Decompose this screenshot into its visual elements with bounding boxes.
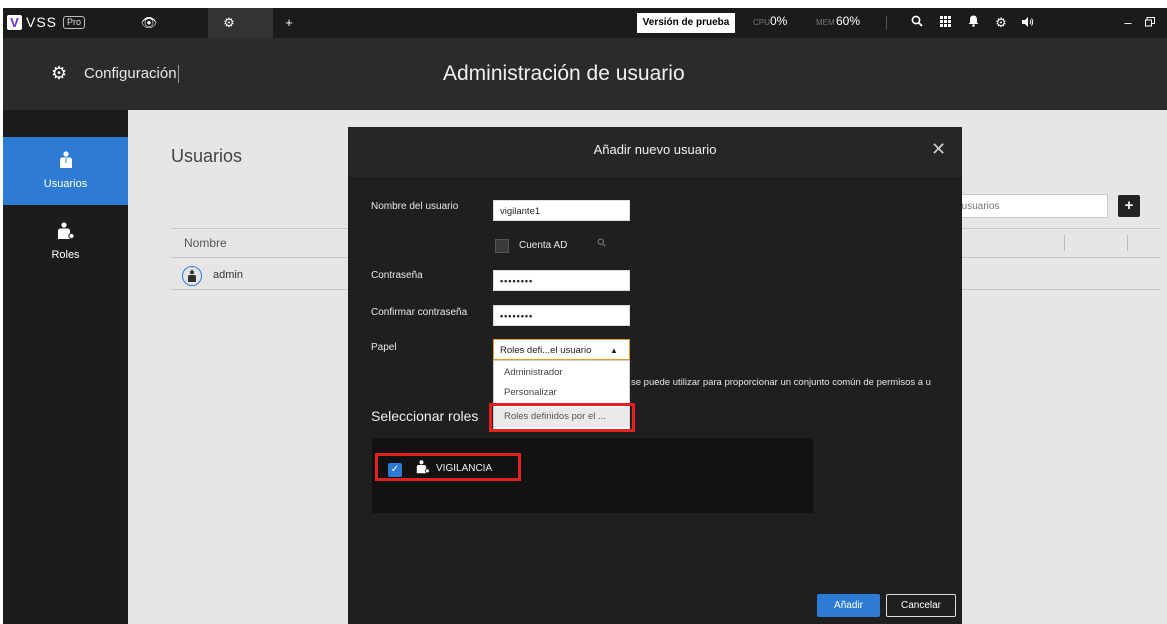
window-icon[interactable] [1140,13,1160,33]
gear-icon[interactable]: ⚙ [219,13,239,33]
mem-label: MEM [816,18,835,27]
sidebar-item-label: Roles [51,249,80,261]
page-title: Administración de usuario [443,62,685,85]
top-bar: V VSS Pro 👁 ⚙ + Versión de prueba CPU 0%… [3,8,1167,38]
bell-icon[interactable] [963,13,983,33]
user-icon [3,137,128,174]
minimize-icon[interactable]: – [1118,13,1138,33]
password-field[interactable]: •••••••• [493,270,630,291]
username-label: Nombre del usuario [371,201,459,212]
role-select[interactable]: Roles defi...el usuario ▲ [493,339,630,360]
cpu-value: 0% [770,14,788,28]
column-divider [1064,235,1065,251]
topbar-divider [886,16,887,30]
highlight-box-dropdown-option [489,403,635,432]
role-select-value: Roles defi...el usuario [500,345,592,356]
dropdown-option-personalizar[interactable]: Personalizar [494,383,629,403]
tab-settings[interactable] [208,8,273,38]
configuration-icon: ⚙ [51,63,68,83]
close-icon[interactable]: ✕ [931,140,946,158]
highlight-box-role [375,453,521,481]
section-title: Usuarios [171,146,243,166]
search-input[interactable] [938,194,1108,218]
dropdown-option-administrador[interactable]: Administrador [494,363,629,383]
user-settings-icon [3,210,128,245]
pro-badge: Pro [63,16,86,29]
ad-account-label: Cuenta AD [519,240,568,251]
page-header: ⚙ Configuración Administración de usuari… [3,38,1167,110]
password-label: Contraseña [371,270,423,281]
search-icon[interactable] [907,13,927,33]
add-button[interactable]: Añadir [817,594,880,617]
plus-icon[interactable]: + [279,13,299,33]
sidebar-item-users[interactable]: Usuarios [3,137,128,205]
role-description: se puede utilizar para proporcionar un c… [631,377,931,388]
grid-icon[interactable] [935,13,955,33]
select-roles-label: Seleccionar roles [371,408,479,424]
ad-search-icon[interactable] [597,238,606,250]
sidebar-item-roles[interactable]: Roles [3,210,128,278]
sidebar: Usuarios Roles [3,110,128,624]
username-field[interactable]: vigilante1 [493,200,630,221]
dialog-header: Añadir nuevo usuario ✕ [348,127,962,177]
role-label: Papel [371,342,397,353]
settings-gear-icon[interactable]: ⚙ [991,13,1011,33]
dialog-title: Añadir nuevo usuario [593,142,717,157]
logo-text: VSS [26,14,58,30]
mem-value: 60% [836,14,861,28]
logo-icon: V [7,15,22,30]
column-divider [1127,235,1128,251]
trial-button[interactable]: Versión de prueba [637,13,735,33]
confirm-password-field[interactable]: •••••••• [493,305,630,326]
breadcrumb-divider [178,65,179,83]
add-user-button[interactable]: + [1118,195,1140,217]
user-avatar-icon [182,266,202,286]
app-window: V VSS Pro 👁 ⚙ + Versión de prueba CPU 0%… [3,8,1167,624]
eye-icon[interactable]: 👁 [139,13,159,33]
cpu-label: CPU [753,18,770,27]
column-header-name[interactable]: Nombre [184,236,227,250]
breadcrumb[interactable]: Configuración [84,65,177,82]
confirm-password-label: Confirmar contraseña [371,307,468,318]
add-user-dialog: Añadir nuevo usuario ✕ Nombre del usuari… [348,127,962,624]
speaker-icon[interactable] [1018,13,1038,33]
ad-account-checkbox[interactable] [495,239,509,253]
user-name: admin [213,269,243,281]
chevron-up-icon: ▲ [610,346,618,355]
cancel-button[interactable]: Cancelar [886,594,956,617]
sidebar-item-label: Usuarios [43,178,88,190]
